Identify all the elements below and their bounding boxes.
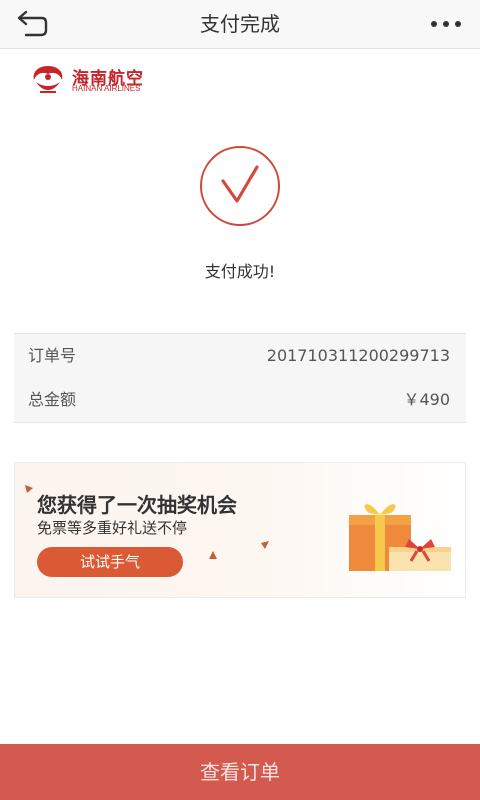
order-number-label: 订单号 [28,346,77,365]
try-luck-button[interactable]: 试试手气 [37,547,183,577]
check-circle-icon [200,146,280,226]
total-amount-value: ￥490 [403,390,450,409]
success-message: 支付成功! [204,262,276,281]
navigation-bar: 支付完成 [0,0,480,49]
order-summary: 订单号 201710311200299713 总金额 ￥490 [14,333,466,423]
decor-triangle-icon [261,541,269,549]
total-amount-row: 总金额 ￥490 [14,378,466,422]
decor-triangle-icon [25,485,33,493]
decor-triangle-icon [209,551,217,559]
page-title: 支付完成 [200,12,280,36]
promo-title: 您获得了一次抽奖机会 [37,493,237,517]
more-button[interactable] [428,12,464,36]
hainan-airlines-logo-icon [33,66,63,93]
view-order-button[interactable]: 查看订单 [0,744,480,800]
more-dots-icon [431,21,461,27]
total-amount-label: 总金额 [28,390,77,409]
order-number-row: 订单号 201710311200299713 [14,334,466,378]
order-number-value: 201710311200299713 [266,346,450,365]
lottery-promo-banner[interactable]: 您获得了一次抽奖机会 免票等多重好礼送不停 试试手气 [14,462,466,598]
brand-logo: 海南航空 HAINAN AIRLINES [28,62,168,98]
promo-subtitle: 免票等多重好礼送不停 [37,519,188,537]
brand-name-en: HAINAN AIRLINES [72,84,141,93]
gift-box-icon [349,504,451,571]
